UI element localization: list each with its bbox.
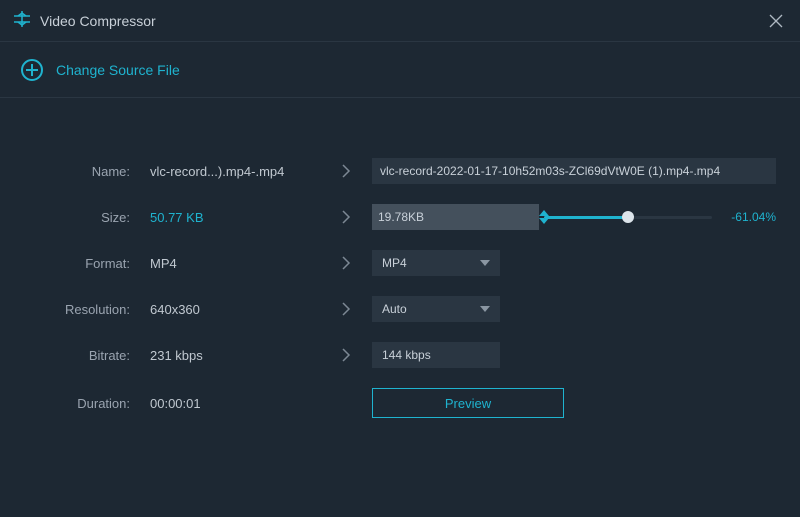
arrow-icon	[326, 255, 366, 271]
size-slider[interactable]	[544, 216, 712, 219]
size-percent: -61.04%	[722, 210, 776, 224]
close-button[interactable]	[766, 11, 786, 31]
size-slider-thumb[interactable]	[622, 211, 634, 223]
output-size-input[interactable]	[372, 204, 539, 230]
add-icon[interactable]	[20, 58, 44, 82]
label-size: Size:	[24, 210, 144, 225]
source-format: MP4	[150, 256, 320, 271]
source-size: 50.77 KB	[150, 210, 320, 225]
output-bitrate: 144 kbps	[372, 342, 500, 368]
label-bitrate: Bitrate:	[24, 348, 144, 363]
resolution-select-value: Auto	[382, 302, 407, 316]
label-name: Name:	[24, 164, 144, 179]
label-resolution: Resolution:	[24, 302, 144, 317]
source-bitrate: 231 kbps	[150, 348, 320, 363]
output-bitrate-value: 144 kbps	[382, 348, 431, 362]
output-size-spinbox[interactable]	[372, 204, 500, 230]
format-select-value: MP4	[382, 256, 407, 270]
source-resolution: 640x360	[150, 302, 320, 317]
window-title: Video Compressor	[40, 13, 156, 29]
format-select[interactable]: MP4	[372, 250, 500, 276]
title-bar: Video Compressor	[0, 0, 800, 42]
chevron-down-icon	[480, 260, 490, 266]
arrow-icon	[326, 347, 366, 363]
preview-button[interactable]: Preview	[372, 388, 564, 418]
arrow-icon	[326, 209, 366, 225]
label-duration: Duration:	[24, 396, 144, 411]
sub-bar: Change Source File	[0, 42, 800, 98]
resolution-select[interactable]: Auto	[372, 296, 500, 322]
label-format: Format:	[24, 256, 144, 271]
content: Name: vlc-record...).mp4-.mp4 Size: 50.7…	[0, 98, 800, 418]
source-name: vlc-record...).mp4-.mp4	[150, 164, 320, 179]
source-duration: 00:00:01	[150, 396, 320, 411]
arrow-icon	[326, 163, 366, 179]
change-source-link[interactable]: Change Source File	[56, 62, 180, 78]
app-icon	[14, 11, 30, 30]
arrow-icon	[326, 301, 366, 317]
output-name-input[interactable]	[372, 158, 776, 184]
chevron-down-icon	[480, 306, 490, 312]
preview-button-label: Preview	[445, 396, 491, 411]
